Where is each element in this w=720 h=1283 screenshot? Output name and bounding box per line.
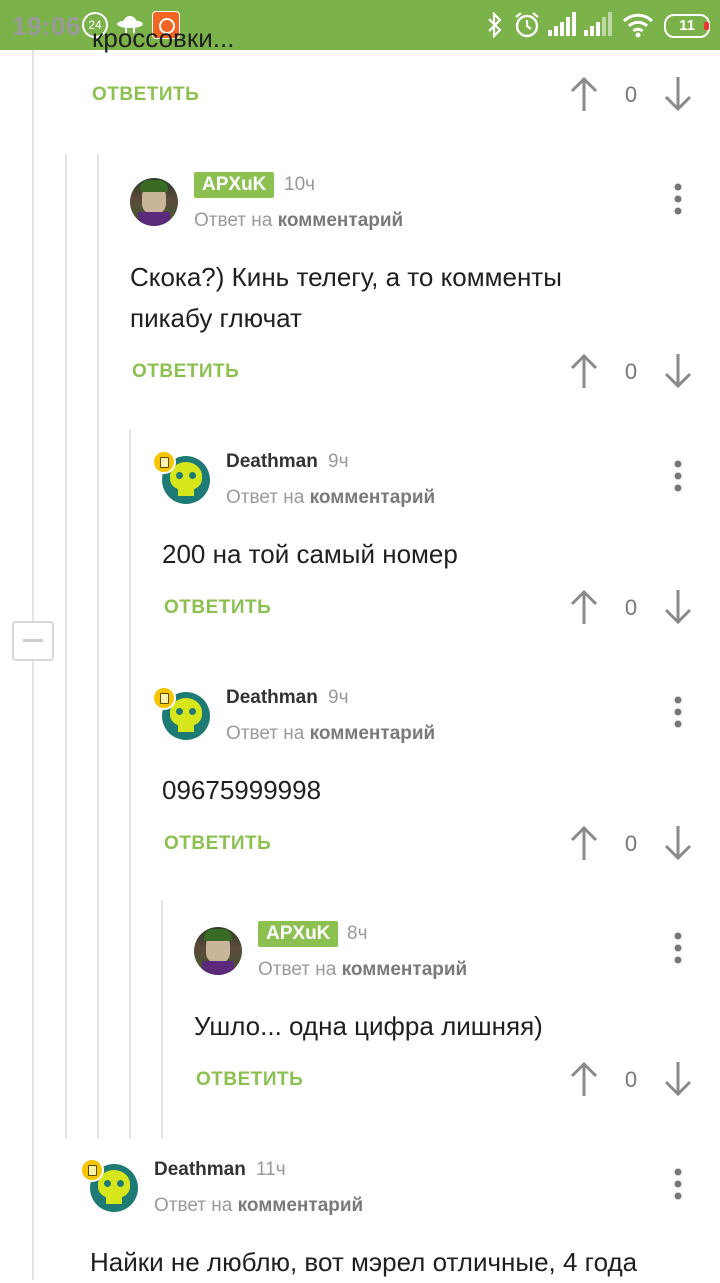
- thread-line: [32, 660, 34, 1280]
- collapse-thread-button[interactable]: [12, 621, 54, 661]
- comment-text: пикабу глючат: [130, 303, 302, 333]
- comment-text: Найки не люблю, вот мэрел отличные, 4 го…: [90, 1247, 638, 1277]
- thread-line: [97, 154, 99, 1138]
- comment-text: 200 на той самый номер: [162, 539, 458, 569]
- reply-button[interactable]: ОТВЕТИТЬ: [164, 833, 271, 855]
- comment-score: 0: [624, 595, 638, 620]
- wifi-icon: [622, 13, 654, 38]
- reply-to-link[interactable]: комментарий: [342, 959, 468, 980]
- thread-line: [65, 154, 67, 1138]
- upvote-arrow-icon[interactable]: [569, 1060, 599, 1098]
- comment-score: 0: [624, 82, 638, 107]
- comment-text: 09675999998: [162, 775, 322, 805]
- reply-to-prefix: Ответ на: [154, 1195, 233, 1216]
- more-options-icon[interactable]: [668, 458, 688, 494]
- more-options-icon[interactable]: [668, 694, 688, 730]
- author-badge-icon: [152, 450, 176, 474]
- ufo-icon: [117, 16, 143, 33]
- upvote-arrow-icon[interactable]: [569, 352, 599, 390]
- username[interactable]: Deathman: [154, 1159, 246, 1181]
- thread-line: [129, 430, 131, 1138]
- comment-time: 8ч: [347, 923, 368, 944]
- signal-icon: [548, 12, 576, 36]
- battery-level: 11: [679, 17, 695, 34]
- reply-to-link[interactable]: комментарий: [310, 723, 436, 744]
- downvote-arrow-icon[interactable]: [663, 75, 693, 113]
- reply-to-line: Ответ на комментарий: [258, 959, 467, 981]
- reply-button[interactable]: ОТВЕТИТЬ: [164, 597, 271, 619]
- username-tag[interactable]: APXuK: [258, 921, 339, 947]
- username[interactable]: Deathman: [226, 451, 318, 473]
- notification-count: 24: [88, 18, 102, 32]
- reply-button[interactable]: ОТВЕТИТЬ: [92, 84, 199, 106]
- reply-to-link[interactable]: комментарий: [310, 487, 436, 508]
- user-avatar[interactable]: [194, 927, 242, 975]
- author-badge-icon: [80, 1158, 104, 1182]
- thread-line: [32, 50, 34, 621]
- reply-button[interactable]: ОТВЕТИТЬ: [196, 1069, 303, 1091]
- upvote-arrow-icon[interactable]: [569, 75, 599, 113]
- downvote-arrow-icon[interactable]: [663, 352, 693, 390]
- username[interactable]: Deathman: [226, 687, 318, 709]
- comment-time: 9ч: [328, 687, 349, 708]
- reply-to-link[interactable]: комментарий: [278, 210, 404, 231]
- reply-to-prefix: Ответ на: [194, 210, 273, 231]
- reply-button[interactable]: ОТВЕТИТЬ: [132, 361, 239, 383]
- more-options-icon[interactable]: [668, 181, 688, 217]
- reply-to-link[interactable]: комментарий: [238, 1195, 364, 1216]
- user-avatar[interactable]: [130, 178, 178, 226]
- reply-to-prefix: Ответ на: [226, 723, 305, 744]
- comment-time: 10ч: [284, 174, 316, 195]
- reply-to-line: Ответ на комментарий: [226, 723, 435, 745]
- username-tag[interactable]: APXuK: [194, 172, 275, 198]
- bluetooth-icon: [488, 12, 502, 38]
- comment-score: 0: [624, 831, 638, 856]
- battery-icon: 11: [664, 14, 710, 38]
- downvote-arrow-icon[interactable]: [663, 588, 693, 626]
- reply-to-prefix: Ответ на: [226, 487, 305, 508]
- thread-line: [161, 900, 163, 1138]
- more-options-icon[interactable]: [668, 1166, 688, 1202]
- reply-to-line: Ответ на комментарий: [154, 1195, 363, 1217]
- comment-score: 0: [624, 1067, 638, 1092]
- comment-score: 0: [624, 359, 638, 384]
- upvote-arrow-icon[interactable]: [569, 588, 599, 626]
- comment-text: Ушло... одна цифра лишняя): [194, 1011, 543, 1041]
- downvote-arrow-icon[interactable]: [663, 1060, 693, 1098]
- comment-time: 11ч: [256, 1159, 286, 1180]
- upvote-arrow-icon[interactable]: [569, 824, 599, 862]
- comment-time: 9ч: [328, 451, 349, 472]
- downvote-arrow-icon[interactable]: [663, 824, 693, 862]
- reply-to-line: Ответ на комментарий: [226, 487, 435, 509]
- signal-icon: [584, 12, 612, 36]
- comment-text: Скока?) Кинь телегу, а то комменты: [130, 262, 562, 292]
- reply-to-line: Ответ на комментарий: [194, 210, 403, 232]
- status-time: 19:06: [12, 11, 81, 41]
- more-options-icon[interactable]: [668, 930, 688, 966]
- alarm-icon: [515, 12, 539, 38]
- author-badge-icon: [152, 686, 176, 710]
- reply-to-prefix: Ответ на: [258, 959, 337, 980]
